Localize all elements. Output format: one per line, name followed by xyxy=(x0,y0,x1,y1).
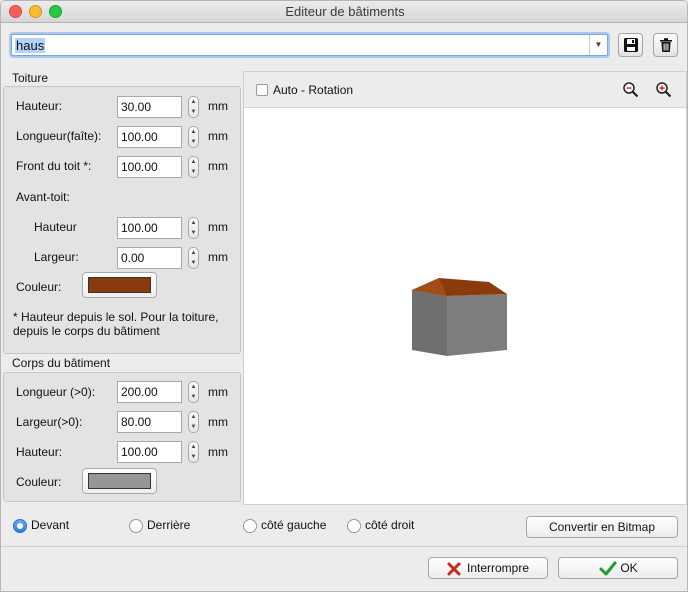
corps-longueur-input[interactable]: 200.00 xyxy=(117,381,182,403)
avant-toit-label: Avant-toit: xyxy=(16,190,70,204)
ok-button-label: OK xyxy=(620,561,638,575)
stepper-up-icon[interactable]: ▲ xyxy=(189,157,198,167)
avant-toit-hauteur-stepper[interactable]: ▲ ▼ xyxy=(188,217,199,239)
avant-toit-largeur-input[interactable]: 0.00 xyxy=(117,247,182,269)
corps-longueur-stepper[interactable]: ▲ ▼ xyxy=(188,381,199,403)
building-wall-left xyxy=(412,290,447,356)
ok-button[interactable]: OK xyxy=(558,557,678,579)
building-3d-preview xyxy=(412,278,507,356)
cross-icon xyxy=(447,562,461,576)
stepper-up-icon[interactable]: ▲ xyxy=(189,442,198,452)
footer-divider xyxy=(1,546,687,547)
stepper-up-icon[interactable]: ▲ xyxy=(189,382,198,392)
view-label-derriere: Derrière xyxy=(147,518,191,532)
stepper-up-icon[interactable]: ▲ xyxy=(189,127,198,137)
view-label-cote-gauche: côté gauche xyxy=(261,518,327,532)
check-icon xyxy=(599,561,617,576)
viewer-toolbar: Auto - Rotation xyxy=(244,72,686,108)
corps-title: Corps du bâtiment xyxy=(12,356,111,370)
toiture-hauteur-input[interactable]: 30.00 xyxy=(117,96,182,118)
close-window-button[interactable] xyxy=(9,5,22,18)
corps-largeur-input[interactable]: 80.00 xyxy=(117,411,182,433)
toiture-note: * Hauteur depuis le sol. Pour la toiture… xyxy=(13,310,219,338)
building-wall-right xyxy=(447,294,507,356)
toiture-front-label: Front du toit *: xyxy=(16,159,92,173)
stepper-down-icon[interactable]: ▼ xyxy=(189,392,198,402)
auto-rotation-checkbox[interactable] xyxy=(256,84,268,96)
cancel-button-label: Interrompre xyxy=(466,561,530,575)
floppy-disk-icon xyxy=(623,38,638,52)
trash-icon xyxy=(659,38,672,52)
corps-longueur-label: Longueur (>0): xyxy=(16,385,96,399)
stepper-up-icon[interactable]: ▲ xyxy=(189,248,198,258)
unit-label: mm xyxy=(208,250,228,264)
stepper-down-icon[interactable]: ▼ xyxy=(189,258,198,268)
unit-label: mm xyxy=(208,129,228,143)
toiture-hauteur-label: Hauteur: xyxy=(16,99,63,113)
stepper-up-icon[interactable]: ▲ xyxy=(189,412,198,422)
toiture-couleur-label: Couleur: xyxy=(16,280,62,294)
zoom-in-icon[interactable] xyxy=(655,81,673,99)
chevron-down-icon[interactable]: ▼ xyxy=(589,35,607,55)
preview-viewport[interactable]: Auto - Rotation xyxy=(243,71,687,505)
title-bar: Editeur de bâtiments xyxy=(1,1,687,23)
toiture-hauteur-stepper[interactable]: ▲ ▼ xyxy=(188,96,199,118)
view-label-devant: Devant xyxy=(31,518,70,532)
building-editor-window: Editeur de bâtiments haus ▼ Toiture Haut… xyxy=(0,0,688,592)
stepper-down-icon[interactable]: ▼ xyxy=(189,452,198,462)
stepper-up-icon[interactable]: ▲ xyxy=(189,218,198,228)
stepper-down-icon[interactable]: ▼ xyxy=(189,137,198,147)
corps-color-swatch xyxy=(88,473,151,489)
delete-button[interactable] xyxy=(653,33,678,57)
convert-bitmap-button[interactable]: Convertir en Bitmap xyxy=(526,516,678,538)
stepper-down-icon[interactable]: ▼ xyxy=(189,167,198,177)
corps-largeur-label: Largeur(>0): xyxy=(16,415,83,429)
view-radio-cote-droit[interactable] xyxy=(347,519,361,533)
view-label-cote-droit: côté droit xyxy=(365,518,415,532)
corps-largeur-stepper[interactable]: ▲ ▼ xyxy=(188,411,199,433)
corps-color-button[interactable] xyxy=(82,468,157,494)
view-radio-devant[interactable] xyxy=(13,519,27,533)
stepper-down-icon[interactable]: ▼ xyxy=(189,107,198,117)
view-radio-derriere[interactable] xyxy=(129,519,143,533)
unit-label: mm xyxy=(208,445,228,459)
auto-rotation-label: Auto - Rotation xyxy=(273,83,354,97)
avant-toit-hauteur-label: Hauteur xyxy=(34,220,77,234)
stepper-down-icon[interactable]: ▼ xyxy=(189,422,198,432)
avant-toit-hauteur-input[interactable]: 100.00 xyxy=(117,217,182,239)
corps-hauteur-stepper[interactable]: ▲ ▼ xyxy=(188,441,199,463)
view-radio-cote-gauche[interactable] xyxy=(243,519,257,533)
toiture-title: Toiture xyxy=(12,71,49,85)
zoom-window-button[interactable] xyxy=(49,5,62,18)
stepper-up-icon[interactable]: ▲ xyxy=(189,97,198,107)
corps-couleur-label: Couleur: xyxy=(16,475,62,489)
toiture-front-input[interactable]: 100.00 xyxy=(117,156,182,178)
toiture-longueur-stepper[interactable]: ▲ ▼ xyxy=(188,126,199,148)
toiture-color-button[interactable] xyxy=(82,272,157,298)
window-title: Editeur de bâtiments xyxy=(285,4,405,19)
minimize-window-button[interactable] xyxy=(29,5,42,18)
building-select[interactable]: haus ▼ xyxy=(11,34,608,56)
corps-hauteur-input[interactable]: 100.00 xyxy=(117,441,182,463)
unit-label: mm xyxy=(208,159,228,173)
toiture-color-swatch xyxy=(88,277,151,293)
avant-toit-largeur-stepper[interactable]: ▲ ▼ xyxy=(188,247,199,269)
toiture-longueur-label: Longueur(faîte): xyxy=(16,129,102,143)
stepper-down-icon[interactable]: ▼ xyxy=(189,228,198,238)
zoom-out-icon[interactable] xyxy=(622,81,640,99)
unit-label: mm xyxy=(208,385,228,399)
unit-label: mm xyxy=(208,220,228,234)
unit-label: mm xyxy=(208,99,228,113)
toiture-longueur-input[interactable]: 100.00 xyxy=(117,126,182,148)
save-button[interactable] xyxy=(618,33,643,57)
unit-label: mm xyxy=(208,415,228,429)
toiture-front-stepper[interactable]: ▲ ▼ xyxy=(188,156,199,178)
cancel-button[interactable]: Interrompre xyxy=(428,557,548,579)
avant-toit-largeur-label: Largeur: xyxy=(34,250,79,264)
building-select-value: haus xyxy=(15,38,46,53)
corps-hauteur-label: Hauteur: xyxy=(16,445,63,459)
